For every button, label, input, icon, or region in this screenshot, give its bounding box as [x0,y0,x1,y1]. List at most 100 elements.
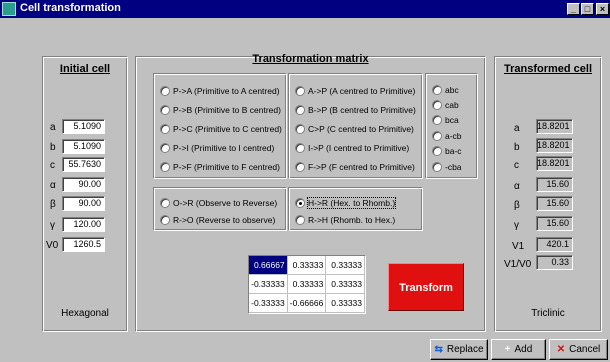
initial-label-alpha: α [50,180,56,191]
minimize-button[interactable]: _ [567,3,580,15]
option-bca[interactable]: bca [432,115,459,125]
radio-icon [160,143,170,153]
transformed-cell-panel [494,56,602,332]
option-r-to-o[interactable]: R->O (Reverse to observe) [160,215,275,225]
option-abc[interactable]: abc [432,85,459,95]
radio-icon [432,115,442,125]
matrix-cell[interactable]: 0.33333 [287,275,327,294]
radio-icon [295,124,305,134]
window-title: Cell transformation [20,2,121,14]
initial-label-beta: β [50,199,56,210]
matrix-cell[interactable]: -0.33333 [249,275,288,294]
cancel-button[interactable]: ✕ Cancel [549,339,608,360]
radio-icon [432,100,442,110]
transformed-label-c: c [514,160,519,171]
matrix-cell[interactable]: 0.33333 [326,275,366,294]
radio-icon [432,162,442,172]
transformed-label-gamma: γ [514,220,519,231]
radio-icon [160,124,170,134]
replace-button[interactable]: ⇆ Replace [430,339,488,360]
initial-gamma-input[interactable]: 120.00 [62,217,105,232]
option-ba-c[interactable]: ba-c [432,146,462,156]
transformed-a-value: 18.8201 [536,119,573,134]
option-r-to-h[interactable]: R->H (Rhomb. to Hex.) [295,215,395,225]
app-icon [2,2,16,16]
transformed-cell-title: Transformed cell [503,63,593,75]
radio-icon [295,105,305,115]
option-cab[interactable]: cab [432,100,459,110]
transformed-c-value: 18.8201 [536,156,573,171]
radio-icon [432,146,442,156]
option-cba[interactable]: -cba [432,162,462,172]
option-b-to-p[interactable]: B->P (B centred to Primitive) [295,105,416,115]
radio-icon [295,215,305,225]
option-a-to-p[interactable]: A->P (A centred to Primitive) [295,86,415,96]
transform-button[interactable]: Transform [388,263,464,311]
matrix-cell[interactable]: 0.66667 [249,256,288,275]
transformed-label-b: b [514,142,520,153]
initial-a-input[interactable]: 5.1090 [62,119,105,134]
initial-label-c: c [50,160,55,171]
initial-label-b: b [50,142,56,153]
transformed-label-a: a [514,123,520,134]
initial-cell-panel [42,56,128,332]
matrix-row: -0.33333 0.33333 0.33333 [249,275,366,294]
radio-icon [295,143,305,153]
matrix-row: 0.66667 0.33333 0.33333 [249,256,366,275]
transformed-label-beta: β [514,200,520,211]
option-p-to-i[interactable]: P->I (Primitive to I centred) [160,143,274,153]
option-f-to-p[interactable]: F->P (F centred to Primitive) [295,162,415,172]
transformed-label-v1-v0: V1/V0 [504,259,532,270]
cancel-icon: ✕ [556,344,566,355]
matrix-cell[interactable]: -0.66666 [287,294,327,313]
option-c-to-p[interactable]: C>P (C centred to Primitive) [295,124,414,134]
transformed-ratio-value: 0.33 [536,255,573,270]
transformed-v1-value: 420.1 [536,237,573,252]
replace-icon: ⇆ [434,344,443,355]
maximize-button[interactable]: □ [581,3,594,15]
add-icon: + [504,344,511,355]
title-bar: Cell transformation _ □ × [0,0,610,18]
initial-label-gamma: γ [50,220,55,231]
radio-icon [295,86,305,96]
close-button[interactable]: × [596,3,609,15]
option-a-cb[interactable]: a-cb [432,131,462,141]
initial-c-input[interactable]: 55.7630 [62,157,105,172]
option-p-to-c[interactable]: P->C (Primitive to C centred) [160,124,282,134]
matrix-cell[interactable]: 0.33333 [326,294,366,313]
option-p-to-b[interactable]: P->B (Primitive to B centred) [160,105,281,115]
initial-v0-input[interactable]: 1260.5 [62,237,105,252]
radio-icon [160,162,170,172]
transformed-alpha-value: 15.60 [536,177,573,192]
matrix-cell[interactable]: 0.33333 [326,256,366,275]
transformed-label-v1: V1 [512,241,525,252]
transformed-beta-value: 15.60 [536,196,573,211]
matrix-row: -0.33333 -0.66666 0.33333 [249,294,366,313]
transformation-matrix-title: Transformation matrix [252,53,369,65]
transformed-b-value: 18.8201 [536,138,573,153]
radio-icon [432,131,442,141]
radio-icon [160,215,170,225]
option-p-to-a[interactable]: P->A (Primitive to A centred) [160,86,280,96]
option-i-to-p[interactable]: I->P (I centred to Primitive) [295,143,409,153]
option-h-to-r[interactable]: H->R (Hex. to Rhomb.) [295,197,397,209]
initial-label-a: a [50,122,56,133]
initial-cell-title: Initial cell [59,63,111,75]
radio-icon [160,105,170,115]
initial-system-label: Hexagonal [61,308,109,319]
radio-icon [160,86,170,96]
radio-icon [160,198,170,208]
add-button[interactable]: + Add [491,339,546,360]
transformed-gamma-value: 15.60 [536,216,573,231]
initial-alpha-input[interactable]: 90.00 [62,177,105,192]
initial-label-v0: V0 [46,240,59,251]
matrix-cell[interactable]: -0.33333 [249,294,288,313]
option-p-to-f[interactable]: P->F (Primitive to F centred) [160,162,280,172]
option-o-to-r[interactable]: O->R (Observe to Reverse) [160,198,277,208]
initial-beta-input[interactable]: 90.00 [62,196,105,211]
radio-icon [432,85,442,95]
radio-icon [295,162,305,172]
initial-b-input[interactable]: 5.1090 [62,139,105,154]
matrix-cell[interactable]: 0.33333 [287,256,327,275]
transformed-system-label: Triclinic [531,308,565,319]
